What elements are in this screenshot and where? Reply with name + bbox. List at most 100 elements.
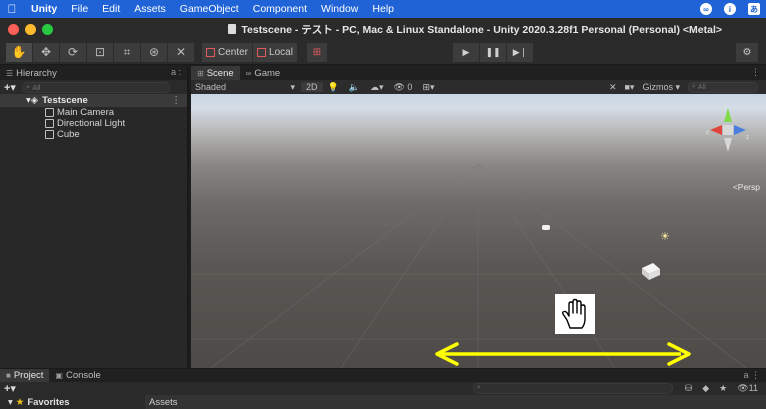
tab-hierarchy[interactable]: ☰ Hierarchy (0, 66, 63, 80)
favorite-star-icon[interactable]: ★ (719, 383, 727, 394)
minimize-window-button[interactable] (25, 23, 36, 35)
assets-breadcrumb[interactable]: Assets (145, 395, 766, 409)
scene-grid-icon: ⊞ (197, 68, 204, 78)
macos-menu-bar:  Unity File Edit Assets GameObject Comp… (0, 0, 766, 18)
console-icon: ▣ (55, 371, 63, 380)
scene-panel-menu-icon[interactable]: ⋮ (751, 67, 760, 78)
rotate-tool-button[interactable]: ⟳ (60, 42, 86, 62)
creative-cloud-icon[interactable]: ∞ (700, 3, 712, 15)
tab-scene[interactable]: ⊞ Scene (191, 66, 240, 80)
lighting-toggle-icon[interactable]: 💡 (323, 82, 344, 93)
project-toolbar: +▾ ⌕ ⛁ ◆ ★ 👁11 (0, 382, 766, 395)
menu-edit[interactable]: Edit (95, 3, 127, 15)
move-tool-button[interactable]: ✥ (33, 42, 59, 62)
project-filter-icons: ⛁ ◆ ★ 👁11 (685, 382, 758, 395)
hierarchy-item-cube[interactable]: Cube (0, 129, 187, 140)
close-window-button[interactable] (8, 23, 19, 35)
hierarchy-lock-menu[interactable]: a : (171, 67, 181, 77)
console-tab-label: Console (65, 370, 101, 381)
play-button[interactable]: ▶ (453, 43, 479, 62)
hierarchy-tab-row: ☰ Hierarchy a : (0, 66, 187, 80)
project-search-input[interactable]: ⌕ (473, 383, 673, 394)
bottom-tab-row: ■ Project ▣ Console a ⋮ (0, 368, 766, 383)
step-button[interactable]: ▶❘ (507, 43, 533, 62)
local-space-icon (257, 47, 267, 57)
menu-component[interactable]: Component (246, 3, 314, 15)
scene-search-input[interactable]: ⌕ All (688, 81, 758, 93)
grid-toggle-icon[interactable]: ⊞▾ (417, 82, 439, 93)
gameobject-icon (45, 130, 54, 139)
favorites-label: Favorites (27, 396, 70, 408)
pause-button[interactable]: ❚❚ (480, 43, 506, 62)
main-toolbar: ✋ ✥ ⟳ ⊡ ⌗ ⊛ ✕ Center Local ⊞ ▶ ❚❚ ▶❘ ⚙ (0, 40, 766, 65)
apple-menu-icon[interactable]:  (0, 2, 24, 16)
play-controls: ▶ ❚❚ ▶❘ (453, 43, 533, 62)
tab-project[interactable]: ■ Project (0, 368, 50, 383)
search-by-label-icon[interactable]: ◆ (702, 383, 709, 394)
menu-help[interactable]: Help (365, 3, 401, 15)
effects-dropdown-icon[interactable]: ☁▾ (365, 82, 389, 93)
services-icon[interactable]: ⚙ (736, 43, 758, 62)
zoom-window-button[interactable] (42, 23, 53, 35)
search-by-type-icon[interactable]: ⛁ (685, 383, 693, 394)
transform-tools: ✋ ✥ ⟳ ⊡ ⌗ ⊛ ✕ (6, 42, 194, 62)
scene-root-row[interactable]: ▾◈ Testscene ⋮ (0, 94, 187, 107)
grid-snap-button[interactable]: ⊞ (306, 42, 327, 62)
tab-console[interactable]: ▣ Console (49, 369, 106, 383)
game-tab-label: Game (254, 67, 281, 79)
gizmos-label: Gizmos (642, 81, 673, 92)
hierarchy-item-directional-light[interactable]: Directional Light (0, 118, 187, 129)
gameobject-icon (45, 108, 54, 117)
transform-tool-button[interactable]: ⊛ (141, 42, 167, 62)
input-source-icon[interactable]: あ (748, 3, 760, 15)
scale-tool-button[interactable]: ⊡ (87, 42, 113, 62)
hidden-packages-toggle[interactable]: 👁11 (737, 383, 758, 394)
project-panel: ■ Project ▣ Console a ⋮ +▾ ⌕ ⛁ ◆ ★ 👁11 ▾… (0, 368, 766, 409)
gameobject-icon (45, 119, 54, 128)
pivot-center-toggle[interactable]: Center (202, 42, 253, 62)
create-dropdown-button[interactable]: +▾ (4, 81, 16, 94)
menu-window[interactable]: Window (314, 3, 365, 15)
scene-panel: ⊞ Scene ∞ Game ⋮ Shaded ▾ 2D 💡 🔈 ☁▾ 👁 0 … (191, 66, 766, 368)
info-icon[interactable]: i (724, 3, 736, 15)
custom-tool-button[interactable]: ✕ (168, 42, 194, 62)
audio-toggle-icon[interactable]: 🔈 (344, 82, 365, 93)
project-panel-menu-icon[interactable]: a ⋮ (743, 370, 760, 381)
hidden-count: 0 (407, 81, 413, 92)
menu-gameobject[interactable]: GameObject (173, 3, 246, 15)
shading-mode-label: Shaded (195, 81, 227, 92)
pivot-controls: Center Local (202, 42, 297, 62)
toggle-2d-button[interactable]: 2D (301, 82, 323, 92)
camera-settings-icon[interactable]: ■▾ (624, 82, 634, 93)
scene-options-icon[interactable]: ⋮ (172, 95, 182, 106)
project-content-row: ▾ ★ Favorites Assets (0, 395, 766, 409)
scene-view-toolbar: Shaded ▾ 2D 💡 🔈 ☁▾ 👁 0 ⊞▾ ✕ ■▾ Gizmos ▾ … (191, 80, 766, 94)
hand-tool-button[interactable]: ✋ (6, 42, 32, 62)
hidden-packages-count: 11 (748, 383, 758, 393)
gizmos-dropdown[interactable]: Gizmos ▾ (642, 82, 680, 93)
menubar-status-icons: ∞ i あ (700, 3, 766, 15)
menu-unity[interactable]: Unity (24, 3, 64, 15)
window-title-text: Testscene - テスト - PC, Mac & Linux Standa… (241, 23, 722, 36)
favorites-section[interactable]: ▾ ★ Favorites (0, 397, 145, 408)
tools-icon[interactable]: ✕ (609, 82, 617, 93)
window-title: Testscene - テスト - PC, Mac & Linux Standa… (228, 22, 722, 37)
unity-scene-icon: ▾◈ (26, 95, 39, 106)
shading-mode-dropdown[interactable]: Shaded ▾ (191, 82, 301, 93)
project-create-button[interactable]: +▾ (4, 382, 16, 395)
hierarchy-panel: ☰ Hierarchy a : +▾ ⌕ All ▾◈ Testscene ⋮ … (0, 66, 189, 368)
rect-tool-button[interactable]: ⌗ (114, 42, 140, 62)
hierarchy-search-placeholder: All (32, 82, 41, 92)
space-label: Local (269, 46, 293, 58)
tab-game[interactable]: ∞ Game (240, 66, 287, 80)
pivot-space-toggle[interactable]: Local (253, 42, 297, 62)
menu-file[interactable]: File (64, 3, 95, 15)
menu-assets[interactable]: Assets (127, 3, 173, 15)
hierarchy-item-main-camera[interactable]: Main Camera (0, 107, 187, 118)
hidden-objects-toggle[interactable]: 👁 0 (388, 82, 417, 93)
window-controls (0, 23, 53, 35)
hierarchy-search-input[interactable]: ⌕ All (21, 81, 170, 93)
pivot-icon (206, 47, 215, 57)
hierarchy-search-row: +▾ ⌕ All (0, 80, 187, 94)
scene-viewport[interactable]: y x z <Persp ☀ (191, 94, 766, 368)
